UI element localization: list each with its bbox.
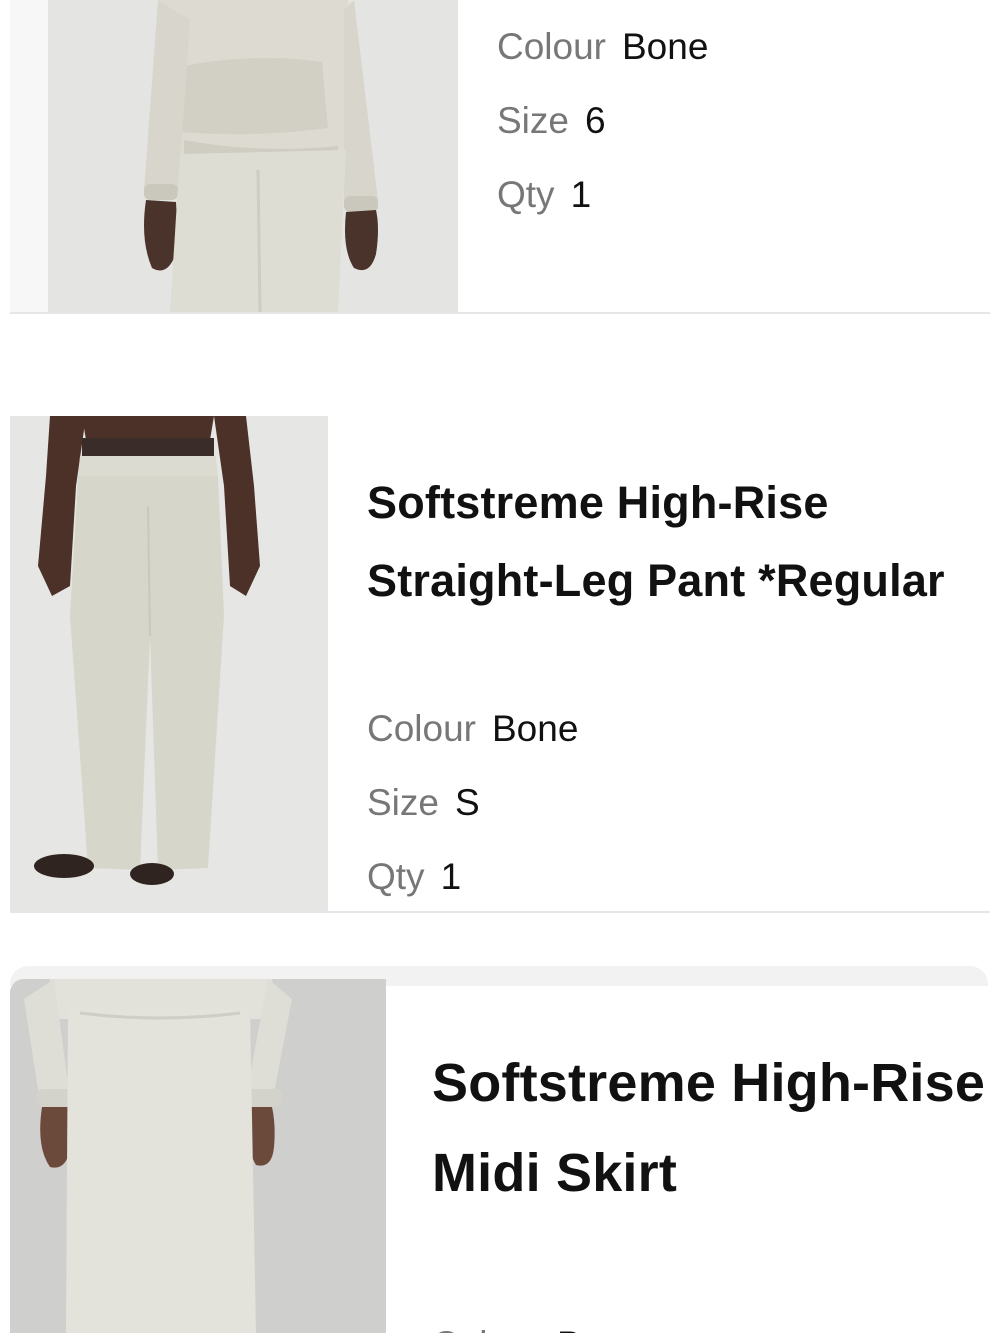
product-photo-icon [10,979,386,1333]
size-value: 6 [584,100,606,141]
colour-row: Colour Bone [432,1308,985,1333]
product-title-line[interactable]: Softstreme High-Rise [432,1038,985,1128]
colour-value: Bone [622,26,709,67]
qty-value[interactable]: 1 [571,174,592,215]
size-label: Size [497,100,569,141]
size-row: Size 6 [497,84,708,158]
shopping-bag-list: Colour Bone Size 6 Qty 1 Softstreme High… [0,0,1000,1333]
cart-item: Colour Bone Size 6 Qty 1 [10,0,990,314]
product-image[interactable] [10,416,328,911]
qty-label: Qty [367,856,425,897]
colour-label: Colour [432,1324,541,1333]
qty-value[interactable]: 1 [441,856,462,897]
item-info: Colour Bone Size 6 Qty 1 [497,10,708,232]
image-edge [10,0,48,312]
qty-label: Qty [497,174,555,215]
item-attributes: Colour Bone Size S Qty 1 [367,692,945,911]
colour-row: Colour Bone [367,692,945,766]
qty-row: Qty 1 [367,840,945,911]
product-title-line[interactable]: Softstreme High-Rise [367,464,945,542]
size-label: Size [367,782,439,823]
colour-value: Bone [557,1324,643,1333]
size-row: Size S [367,766,945,840]
item-info: Softstreme High-Rise Midi Skirt Colour Bo… [432,1038,985,1333]
product-image[interactable] [10,979,386,1333]
colour-row: Colour Bone [497,10,708,84]
size-value: S [454,782,480,823]
item-attributes: Colour Bone [432,1308,985,1333]
item-info: Softstreme High-Rise Straight-Leg Pant *… [367,464,945,911]
cart-item: Softstreme High-Rise Straight-Leg Pant *… [10,416,990,913]
cart-item: Softstreme High-Rise Midi Skirt Colour Bo… [10,966,1000,1333]
colour-label: Colour [497,26,606,67]
colour-label: Colour [367,708,476,749]
product-title-line[interactable]: Midi Skirt [432,1128,985,1218]
qty-row: Qty 1 [497,158,708,232]
product-title-line[interactable]: Straight-Leg Pant *Regular [367,542,945,620]
product-image[interactable] [48,0,458,312]
product-photo-icon [10,416,328,911]
product-photo-icon [48,0,458,312]
colour-value: Bone [492,708,579,749]
item-attributes: Colour Bone Size 6 Qty 1 [497,10,708,232]
